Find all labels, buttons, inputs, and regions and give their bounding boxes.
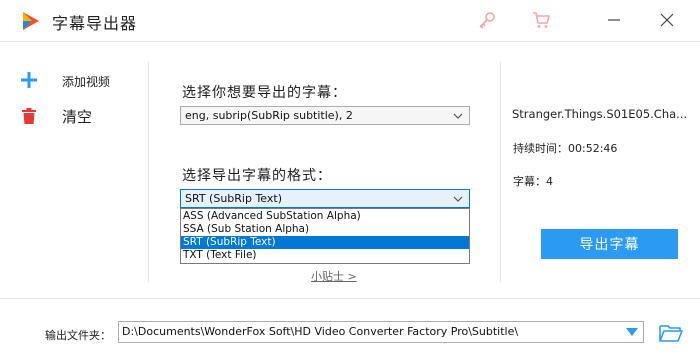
export-subtitle-button[interactable]: 导出字幕: [541, 229, 678, 259]
close-icon[interactable]: [654, 8, 680, 32]
output-folder-label: 输出文件夹：: [45, 329, 111, 342]
divider-right: [500, 62, 501, 282]
key-icon[interactable]: [474, 8, 500, 32]
format-select[interactable]: SRT (SubRip Text): [180, 189, 470, 208]
format-option-srt[interactable]: SRT (SubRip Text): [181, 236, 469, 249]
tips-link[interactable]: 小贴士 >: [311, 268, 357, 284]
sidebar-item-label: 添加视频: [62, 75, 111, 89]
chevron-down-icon: [453, 113, 463, 119]
subtitle-track-value: eng, subrip(SubRip subtitle), 2: [185, 109, 353, 122]
sidebar-item-label: 清空: [62, 108, 93, 126]
plus-icon: [21, 72, 37, 88]
format-option-ssa[interactable]: SSA (Sub Station Alpha): [181, 223, 469, 236]
sidebar: 添加视频 清空: [0, 43, 148, 298]
title-bar: 字幕导出器: [0, 0, 700, 42]
chevron-down-icon: [453, 196, 463, 202]
video-filename: Stranger.Things.S01E05.Cha...: [512, 107, 688, 121]
divider-left: [148, 62, 149, 282]
format-select-label: 选择导出字幕的格式：: [182, 168, 332, 184]
format-select-value: SRT (SubRip Text): [185, 192, 282, 205]
app-logo: [23, 12, 39, 30]
subtitle-count: 字幕：4: [513, 175, 553, 188]
subtitle-track-select[interactable]: eng, subrip(SubRip subtitle), 2: [180, 106, 470, 125]
trash-icon: [22, 108, 36, 124]
output-path-value: D:\Documents\WonderFox Soft\HD Video Con…: [122, 325, 519, 338]
cart-icon[interactable]: [528, 8, 554, 32]
window-title: 字幕导出器: [52, 14, 138, 33]
output-bar: 输出文件夹： D:\Documents\WonderFox Soft\HD Vi…: [0, 298, 700, 360]
sidebar-item-add-video[interactable]: 添加视频: [0, 65, 148, 95]
output-path-field[interactable]: D:\Documents\WonderFox Soft\HD Video Con…: [118, 321, 644, 343]
format-dropdown-list: ASS (Advanced SubStation Alpha) SSA (Sub…: [180, 208, 470, 264]
subtitle-select-label: 选择你想要导出的字幕：: [182, 85, 347, 101]
format-option-txt[interactable]: TXT (Text File): [181, 249, 469, 262]
dropdown-arrow-icon[interactable]: [625, 327, 639, 337]
video-duration: 持续时间：00:52:46: [513, 142, 618, 155]
folder-icon[interactable]: [659, 323, 683, 343]
sidebar-item-clear[interactable]: 清空: [0, 101, 148, 131]
minimize-icon[interactable]: [601, 8, 627, 32]
format-option-ass[interactable]: ASS (Advanced SubStation Alpha): [181, 210, 469, 223]
